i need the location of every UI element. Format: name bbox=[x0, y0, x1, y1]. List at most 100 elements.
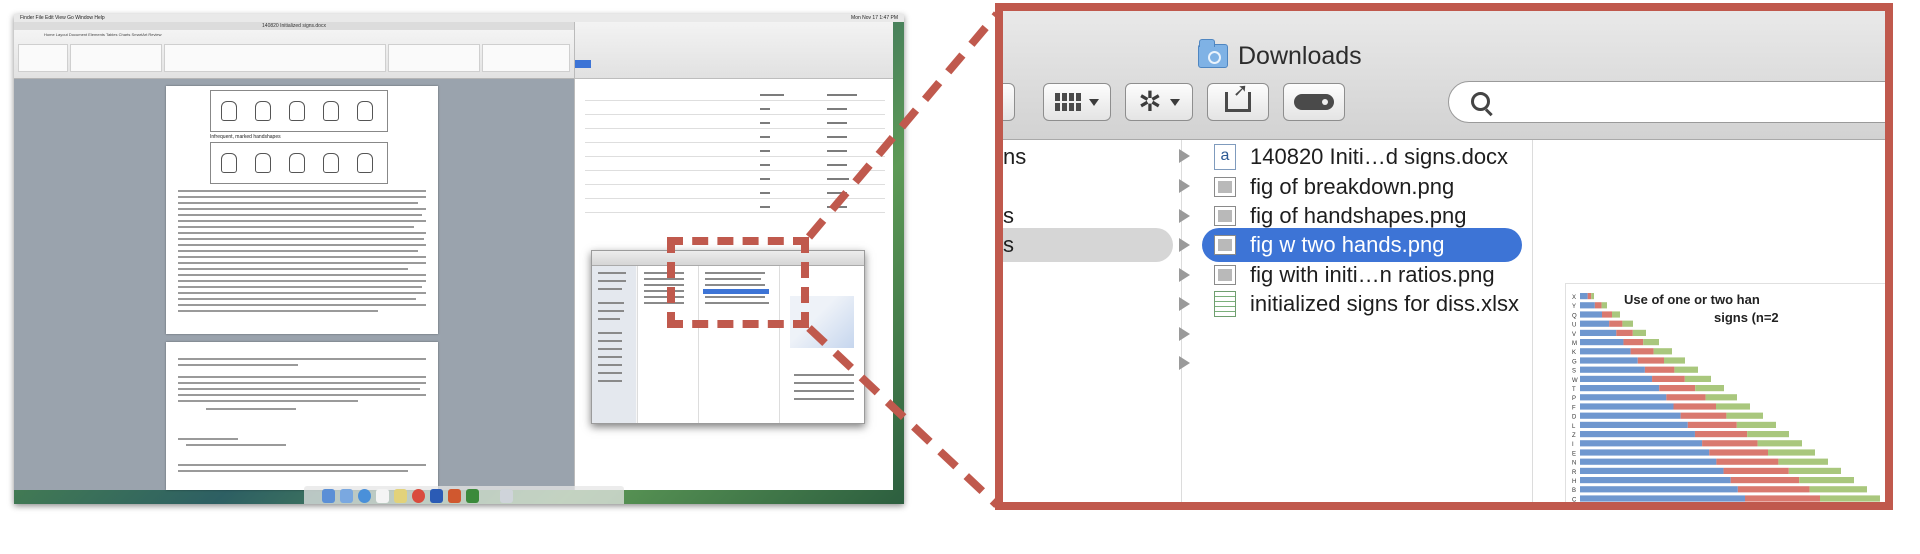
preview-bar-segment bbox=[1580, 302, 1595, 309]
folder-title-text: Downloads bbox=[1238, 41, 1362, 70]
word-window[interactable]: 140820 Initialized signs.docx Home Layou… bbox=[14, 22, 574, 490]
preview-bar-segment bbox=[1580, 458, 1717, 465]
preview-bar-segment bbox=[1705, 394, 1737, 401]
chevron-down-icon bbox=[1089, 98, 1099, 106]
preview-row-label: T bbox=[1572, 387, 1576, 393]
trash-icon[interactable] bbox=[500, 489, 513, 503]
word-icon[interactable] bbox=[430, 489, 443, 503]
file-row-selected[interactable]: fig w two hands.png bbox=[1202, 228, 1522, 262]
preview-bar-segment bbox=[1659, 385, 1696, 392]
preview-row-label: G bbox=[1572, 359, 1577, 365]
view-options-button[interactable] bbox=[1043, 83, 1111, 121]
ribbon-group[interactable] bbox=[18, 44, 68, 72]
preview-row-label: K bbox=[1572, 350, 1576, 356]
finder-icon[interactable] bbox=[322, 489, 335, 503]
parent-column-item[interactable]: ns bbox=[1003, 140, 1173, 174]
zoom-region-highlight bbox=[667, 237, 809, 328]
ribbon-tabs[interactable]: Home Layout Document Elements Tables Cha… bbox=[44, 32, 162, 37]
preview-row-label: M bbox=[1572, 341, 1577, 347]
preview-bar-segment bbox=[1684, 375, 1711, 382]
preview-bar-segment bbox=[1580, 348, 1631, 355]
hand-icon bbox=[323, 153, 339, 173]
finder-column-browser[interactable]: ns s s a 140820 Initi…d signs.docx fig o… bbox=[1003, 140, 1885, 502]
file-name: fig of handshapes.png bbox=[1250, 203, 1467, 228]
hand-icon bbox=[289, 101, 305, 121]
preview-bar-segment bbox=[1580, 421, 1688, 428]
ribbon-group[interactable] bbox=[70, 44, 162, 72]
file-row[interactable]: a 140820 Initi…d signs.docx bbox=[1202, 140, 1522, 174]
excel-icon[interactable] bbox=[466, 489, 479, 503]
png-file-icon bbox=[1214, 206, 1236, 226]
hand-icon bbox=[255, 153, 271, 173]
word-title: 140820 Initialized signs.docx bbox=[14, 22, 574, 30]
share-button[interactable] bbox=[1207, 80, 1269, 121]
figure-label: Infrequent, marked handshapes bbox=[210, 134, 281, 140]
file-name: 140820 Initi…d signs.docx bbox=[1250, 144, 1509, 169]
ribbon-group[interactable] bbox=[482, 44, 570, 72]
preview-bar-segment bbox=[1580, 394, 1667, 401]
gear-icon: ✲ bbox=[1138, 85, 1162, 118]
preview-bar-segment bbox=[1612, 311, 1620, 318]
preview-bar-segment bbox=[1694, 431, 1748, 438]
preview-title-line1: Use of one or two han bbox=[1624, 292, 1760, 307]
menu-bar-items[interactable]: Finder File Edit View Go Window Help bbox=[20, 14, 105, 22]
ribbon-group[interactable] bbox=[164, 44, 386, 72]
preview-bar-segment bbox=[1702, 440, 1758, 447]
preview-bar-segment bbox=[1716, 403, 1750, 410]
preview-bar-segment bbox=[1580, 505, 1752, 510]
preview-bar-segment bbox=[1580, 311, 1602, 318]
preview-bar-segment bbox=[1580, 339, 1624, 346]
preview-row-label: P bbox=[1572, 396, 1576, 402]
notes-icon[interactable] bbox=[394, 489, 407, 503]
preview-bar-segment bbox=[1580, 385, 1660, 392]
mail-icon[interactable] bbox=[340, 489, 353, 503]
preview-bar-segment bbox=[1594, 302, 1602, 309]
preview-bar-segment bbox=[1687, 421, 1737, 428]
hand-icon bbox=[255, 101, 271, 121]
word-ribbon[interactable]: Home Layout Document Elements Tables Cha… bbox=[14, 30, 574, 79]
menu-bar-clock: Mon Nov 17 1:47 PM bbox=[851, 15, 898, 21]
preview-bar-segment bbox=[1580, 467, 1724, 474]
share-icon bbox=[1225, 80, 1251, 112]
preview-bar-segment bbox=[1730, 477, 1800, 484]
parent-column-item-selected[interactable]: s bbox=[1003, 228, 1173, 262]
preview-chart-image: Use of one or two han signs (n=2 XYQUVMK… bbox=[1572, 292, 1880, 510]
preview-row-label: Q bbox=[1572, 313, 1577, 319]
finder-toolbar[interactable]: Downloads ✲ bbox=[1003, 11, 1885, 140]
preview-bar-segment bbox=[1623, 339, 1644, 346]
preview-bar-segment bbox=[1757, 440, 1802, 447]
dock[interactable] bbox=[304, 486, 624, 504]
preview-bar-segment bbox=[1580, 403, 1674, 410]
ribbon-group[interactable] bbox=[388, 44, 480, 72]
chevron-down-icon bbox=[1169, 98, 1180, 106]
safari-icon[interactable] bbox=[358, 489, 371, 503]
action-gear-button[interactable]: ✲ bbox=[1125, 83, 1193, 121]
finder-thumbnail-sidebar[interactable] bbox=[592, 266, 636, 423]
preview-row-label: Z bbox=[1572, 433, 1576, 439]
blue-tab[interactable] bbox=[575, 60, 591, 68]
chrome-icon[interactable] bbox=[412, 489, 425, 503]
downloads-file-list[interactable]: a 140820 Initi…d signs.docx fig of break… bbox=[1202, 140, 1588, 502]
edit-tags-button[interactable] bbox=[1283, 83, 1345, 121]
preview-bar-segment bbox=[1673, 403, 1716, 410]
file-name: fig with initi…n ratios.png bbox=[1250, 262, 1495, 287]
toolbar-button-partial[interactable] bbox=[1003, 83, 1015, 121]
spreadsheet-toolbar[interactable] bbox=[575, 22, 893, 79]
preview-row-label: I bbox=[1572, 442, 1574, 448]
parent-column[interactable]: ns s s bbox=[1003, 140, 1190, 502]
preview-row-label: B bbox=[1572, 488, 1576, 494]
search-field[interactable] bbox=[1448, 81, 1885, 123]
preview-bar-segment bbox=[1709, 449, 1768, 456]
file-row[interactable]: initialized signs for diss.xlsx bbox=[1202, 287, 1522, 321]
preview-title-line2: signs (n=2 bbox=[1714, 310, 1779, 325]
calendar-icon[interactable] bbox=[376, 489, 389, 503]
preview-bar-segment bbox=[1580, 293, 1588, 300]
preview-bar-segment bbox=[1580, 375, 1653, 382]
document-page[interactable] bbox=[166, 342, 438, 490]
document-page[interactable]: Infrequent, marked handshapes bbox=[166, 86, 438, 334]
powerpoint-icon[interactable] bbox=[448, 489, 461, 503]
preview-bar-segment bbox=[1580, 440, 1703, 447]
preview-bar-segment bbox=[1591, 293, 1594, 300]
preview-bar-segment bbox=[1630, 348, 1654, 355]
disclosure-arrow-icon bbox=[1179, 209, 1190, 223]
